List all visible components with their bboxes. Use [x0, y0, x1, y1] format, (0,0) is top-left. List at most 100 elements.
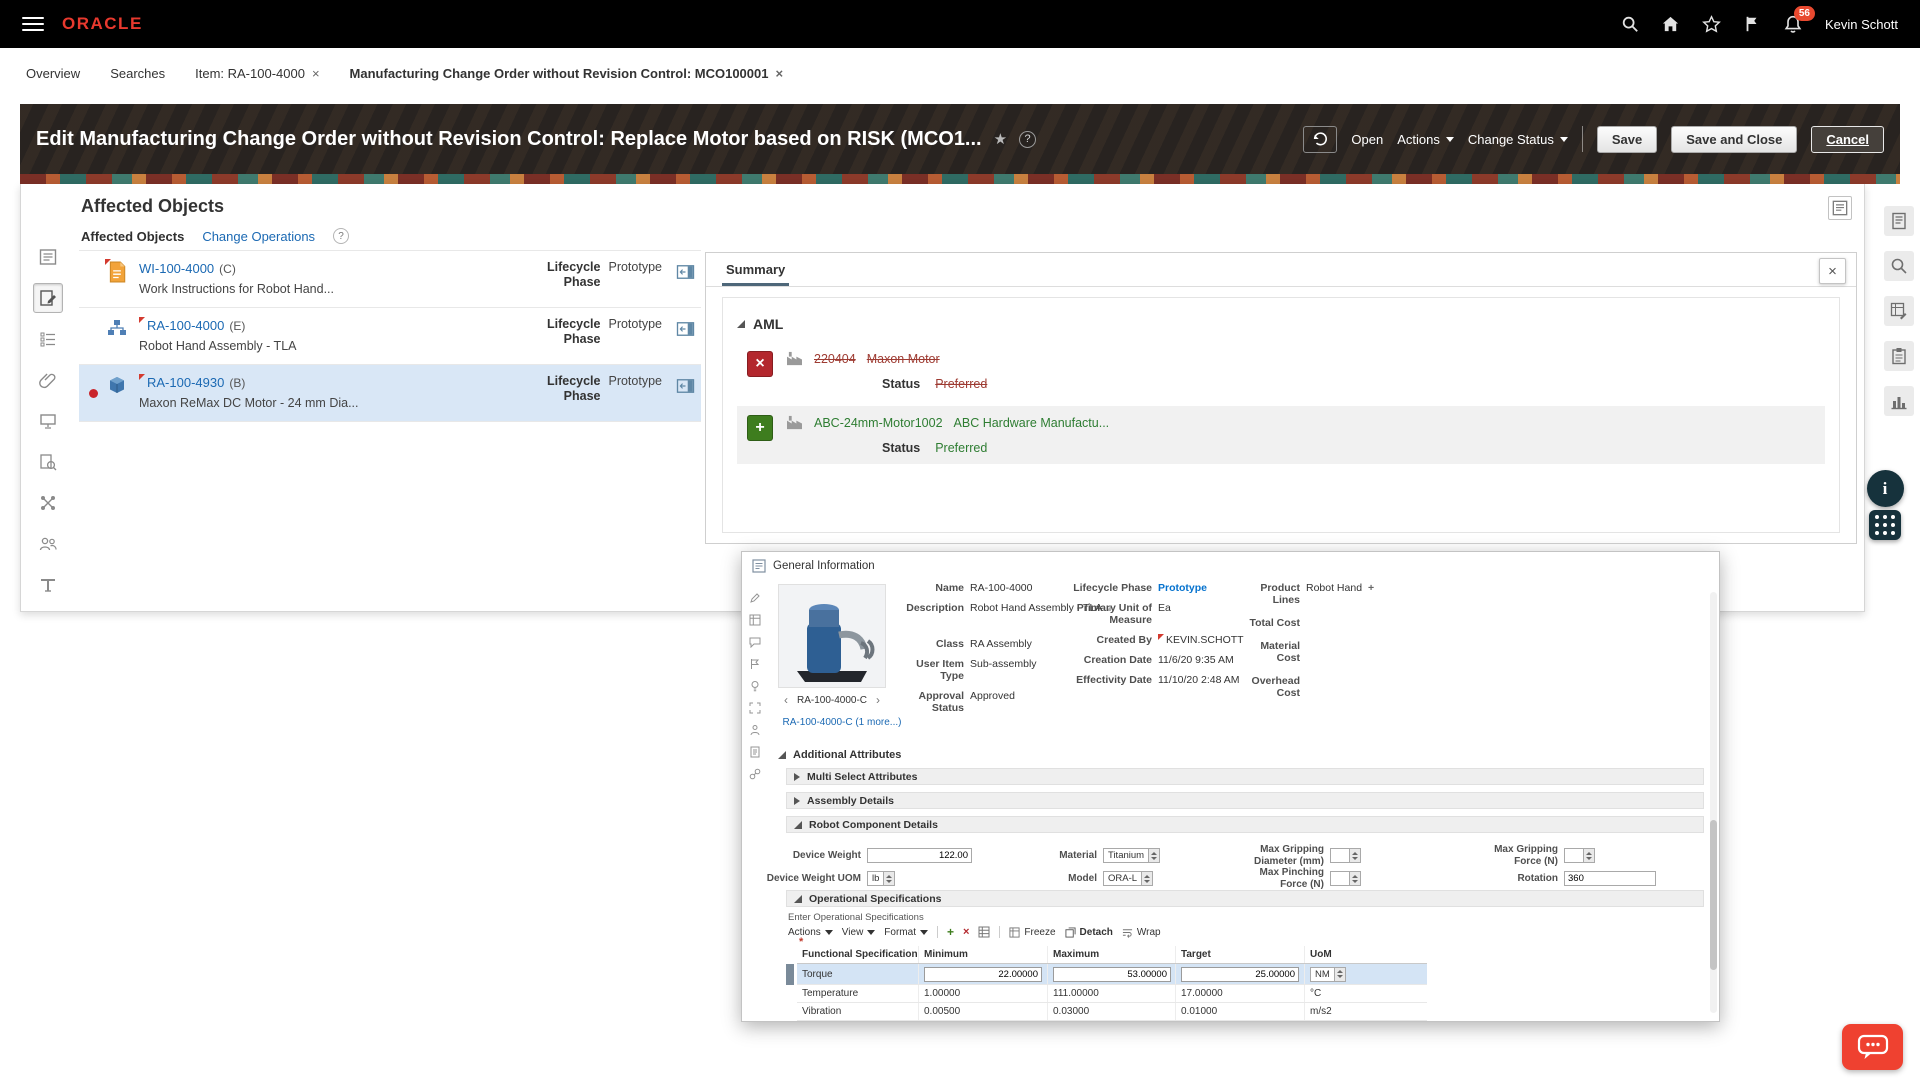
- edit-pencil-icon[interactable]: [749, 592, 761, 604]
- section-assembly-details[interactable]: Assembly Details: [786, 792, 1704, 809]
- add-product-line-button[interactable]: +: [1368, 582, 1374, 594]
- column-header[interactable]: Functional Specification: [797, 946, 919, 963]
- help-icon[interactable]: ?: [333, 228, 349, 244]
- help-icon[interactable]: ?: [1019, 131, 1036, 148]
- change-status-menu[interactable]: Change Status: [1468, 132, 1568, 147]
- detach-button[interactable]: Detach: [1065, 927, 1113, 938]
- stepper-icon[interactable]: [1350, 848, 1361, 863]
- chat-button[interactable]: [1842, 1024, 1903, 1070]
- widget-drag-handle[interactable]: [1869, 510, 1901, 540]
- column-header[interactable]: Target: [1176, 946, 1305, 963]
- manufacturer-part-number[interactable]: ABC-24mm-Motor1002: [814, 416, 943, 430]
- tab-affected-objects[interactable]: Affected Objects: [81, 229, 184, 244]
- view-menu[interactable]: View: [842, 927, 876, 938]
- max-gripping-force-input[interactable]: [1564, 848, 1584, 863]
- column-header[interactable]: UoM: [1305, 946, 1427, 963]
- info-widget-button[interactable]: i: [1867, 470, 1904, 507]
- save-button[interactable]: Save: [1597, 126, 1657, 153]
- notes-icon[interactable]: [749, 746, 761, 758]
- bulb-icon[interactable]: [749, 680, 761, 692]
- uom-select[interactable]: NM: [1310, 967, 1346, 982]
- cancel-button[interactable]: Cancel: [1811, 126, 1884, 153]
- section-multi-select-attributes[interactable]: Multi Select Attributes: [786, 768, 1704, 785]
- max-gripping-diameter-input[interactable]: [1330, 848, 1350, 863]
- table-grid-icon[interactable]: [978, 926, 990, 938]
- table-row[interactable]: Vibration 0.00500 0.03000 0.01000 m/s2: [797, 1003, 1427, 1021]
- people-icon[interactable]: [749, 724, 761, 736]
- favorite-star-icon[interactable]: ★: [994, 130, 1007, 148]
- more-revisions-link[interactable]: RA-100-4000-C (1 more...): [762, 717, 922, 728]
- close-icon[interactable]: ×: [775, 66, 783, 81]
- add-row-icon[interactable]: +: [947, 925, 954, 939]
- presentation-icon[interactable]: [33, 406, 63, 436]
- column-header[interactable]: Maximum: [1048, 946, 1176, 963]
- model-select[interactable]: ORA-L: [1103, 871, 1153, 886]
- actions-menu[interactable]: Actions: [1397, 132, 1454, 147]
- menu-icon[interactable]: [22, 17, 44, 31]
- freeze-button[interactable]: Freeze: [1009, 927, 1055, 938]
- table-row[interactable]: WI-100-4000(C) Work Instructions for Rob…: [79, 251, 701, 308]
- tab-item[interactable]: Item: RA-100-4000×: [195, 66, 319, 81]
- save-and-close-button[interactable]: Save and Close: [1671, 126, 1797, 153]
- stepper-icon[interactable]: [1584, 848, 1595, 863]
- delete-row-icon[interactable]: ×: [963, 926, 969, 938]
- target-input[interactable]: [1181, 967, 1299, 982]
- collapse-triangle-icon[interactable]: [778, 751, 786, 759]
- section-robot-component-details[interactable]: Robot Component Details: [786, 816, 1704, 833]
- remove-button[interactable]: ×: [747, 351, 773, 377]
- chat-icon[interactable]: [749, 636, 761, 648]
- section-operational-specifications[interactable]: Operational Specifications: [786, 890, 1704, 907]
- carousel-prev-icon[interactable]: ‹: [784, 693, 788, 707]
- max-pinching-force-input[interactable]: [1330, 871, 1350, 886]
- watchlist-flag-icon[interactable]: [1743, 15, 1761, 33]
- edit-details-icon[interactable]: [33, 283, 63, 313]
- item-link[interactable]: RA-100-4930: [147, 375, 224, 390]
- add-button[interactable]: +: [747, 415, 773, 441]
- close-icon[interactable]: ×: [312, 66, 320, 81]
- history-button[interactable]: [1303, 126, 1337, 153]
- open-summary-icon[interactable]: [676, 321, 695, 342]
- user-name[interactable]: Kevin Schott: [1825, 17, 1898, 32]
- item-link[interactable]: WI-100-4000: [139, 261, 214, 276]
- item-search-icon[interactable]: [33, 447, 63, 477]
- scrollbar-thumb[interactable]: [1710, 820, 1717, 970]
- relationships-icon[interactable]: [33, 488, 63, 518]
- close-button[interactable]: ×: [1819, 258, 1846, 284]
- manufacturer-part-number[interactable]: 220404: [814, 352, 856, 366]
- expand-arrows-icon[interactable]: [749, 702, 761, 714]
- search-icon[interactable]: [1621, 15, 1639, 33]
- carousel-next-icon[interactable]: ›: [876, 693, 880, 707]
- minimum-input[interactable]: [924, 967, 1042, 982]
- actions-menu[interactable]: Actions: [788, 927, 833, 938]
- device-weight-uom-select[interactable]: lb: [867, 871, 895, 886]
- tab-summary[interactable]: Summary: [722, 253, 789, 286]
- table-row[interactable]: Temperature 1.00000 111.00000 17.00000 °…: [797, 985, 1427, 1003]
- tab-change-operations[interactable]: Change Operations: [202, 229, 315, 244]
- stepper-icon[interactable]: [1350, 871, 1361, 886]
- overview-list-icon[interactable]: [33, 242, 63, 272]
- table-row[interactable]: RA-100-4000(E) Robot Hand Assembly - TLA…: [79, 308, 701, 365]
- rotation-input[interactable]: [1564, 871, 1656, 886]
- wrap-button[interactable]: Wrap: [1122, 927, 1161, 938]
- bar-chart-icon[interactable]: [1884, 386, 1914, 416]
- grid-edit-icon[interactable]: [1884, 296, 1914, 326]
- link-icon[interactable]: [749, 768, 761, 780]
- search-icon[interactable]: [1884, 251, 1914, 281]
- tab-overview[interactable]: Overview: [26, 66, 80, 81]
- notifications-bell-icon[interactable]: 56: [1783, 14, 1803, 34]
- checklist-icon[interactable]: [33, 324, 63, 354]
- maximum-input[interactable]: [1053, 967, 1171, 982]
- home-icon[interactable]: [1661, 15, 1680, 34]
- table-row-selected[interactable]: Torque NM: [797, 964, 1427, 985]
- grid-icon[interactable]: [749, 614, 761, 626]
- open-summary-icon[interactable]: [676, 264, 695, 285]
- clipboard-icon[interactable]: [1884, 341, 1914, 371]
- item-link[interactable]: RA-100-4000: [147, 318, 224, 333]
- format-menu[interactable]: Format: [884, 927, 928, 938]
- open-summary-icon[interactable]: [676, 378, 695, 399]
- team-icon[interactable]: [33, 529, 63, 559]
- notes-doc-icon[interactable]: [1884, 206, 1914, 236]
- tab-searches[interactable]: Searches: [110, 66, 165, 81]
- collapse-triangle-icon[interactable]: [737, 320, 745, 328]
- layout-toggle-button[interactable]: [1828, 196, 1852, 220]
